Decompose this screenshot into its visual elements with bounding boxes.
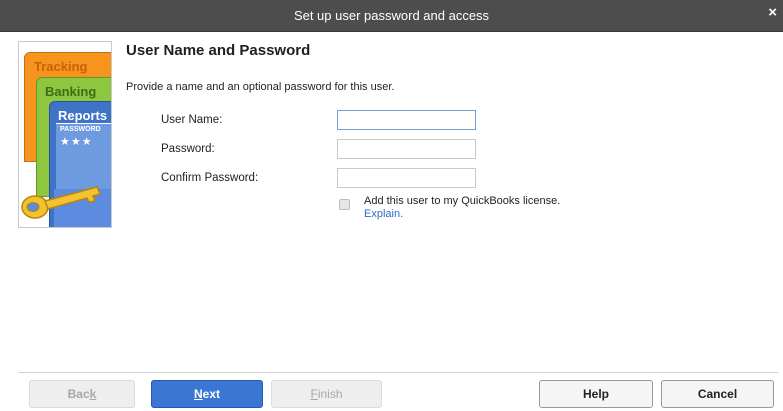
password-input[interactable] [337,139,476,159]
user-name-input[interactable] [337,110,476,130]
next-button-label: Next [193,387,220,401]
help-button-label: Help [582,387,609,401]
finish-button[interactable]: Finish [271,380,382,408]
banking-tab-label: Banking [45,84,97,99]
finish-button-label: Finish [310,387,343,401]
cancel-button-label: Cancel [697,387,738,401]
back-button-label: Back [67,387,97,401]
page-description: Provide a name and an optional password … [126,81,395,93]
confirm-password-label: Confirm Password: [161,172,259,184]
password-card-label: PASSWORD [60,126,101,133]
footer-divider [18,372,778,373]
password-stars: ★★★ [60,136,93,148]
add-license-label: Add this user to my QuickBooks license. [364,195,561,207]
cancel-button[interactable]: Cancel [661,380,774,408]
title-bar: Set up user password and access × [0,0,783,32]
tracking-tab-label: Tracking [34,59,88,74]
page-title: User Name and Password [126,42,311,59]
add-license-checkbox[interactable] [339,199,350,210]
next-button[interactable]: Next [151,380,263,408]
confirm-password-input[interactable] [337,168,476,188]
window-title: Set up user password and access [293,8,490,23]
help-button[interactable]: Help [539,380,653,408]
reports-tab-label: Reports [58,108,108,123]
password-label: Password: [161,143,215,155]
explain-link[interactable]: Explain. [364,208,403,220]
users-illustration: Tracking Banking Reports PASSWORD ★★★ [18,41,112,228]
user-name-label: User Name: [161,114,223,126]
close-icon[interactable]: × [768,4,777,21]
key-icon [21,186,102,219]
back-button[interactable]: Back [29,380,135,408]
